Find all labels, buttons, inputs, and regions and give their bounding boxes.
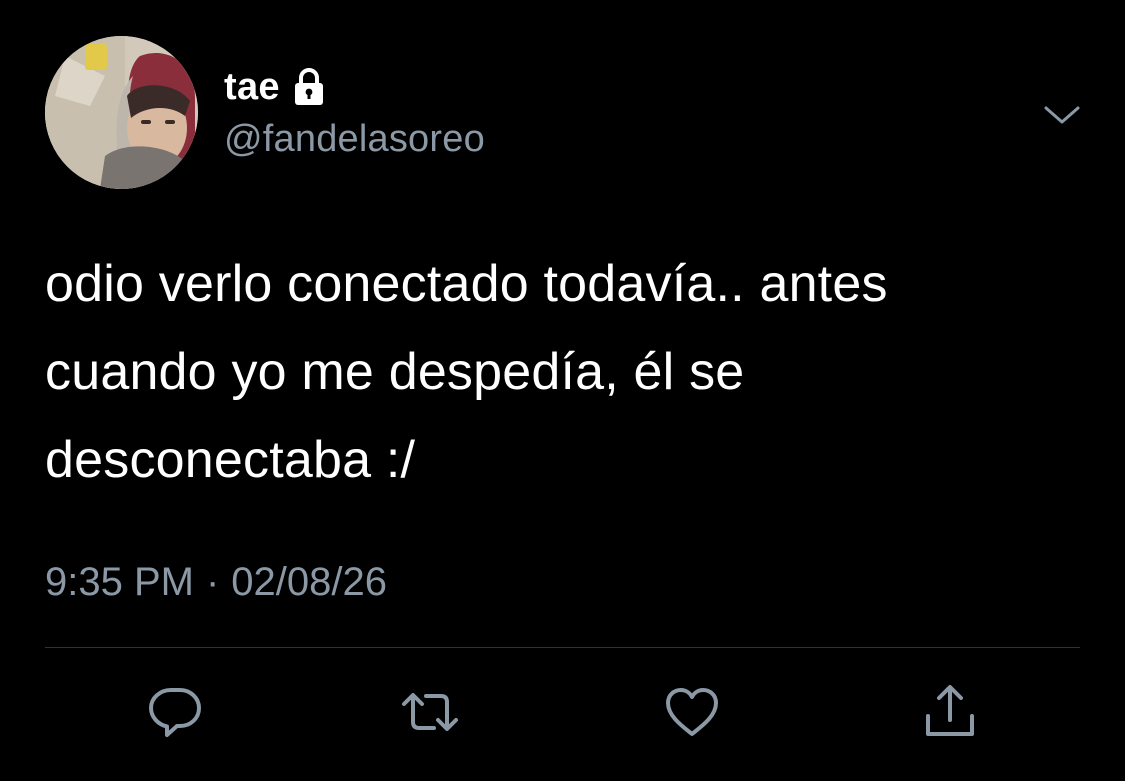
chevron-down-icon[interactable] bbox=[1042, 100, 1082, 130]
share-icon bbox=[926, 685, 974, 736]
retweet-icon bbox=[402, 693, 458, 731]
lock-icon bbox=[292, 67, 326, 107]
display-name[interactable]: tae bbox=[224, 66, 280, 109]
timestamp-separator: · bbox=[205, 560, 220, 604]
share-button[interactable] bbox=[920, 682, 980, 742]
tweet-time: 9:35 PM bbox=[45, 560, 194, 604]
retweet-button[interactable] bbox=[400, 682, 460, 742]
reply-button[interactable] bbox=[146, 682, 206, 742]
tweet: tae @fandelasoreo odio verlo conectado t… bbox=[0, 0, 1125, 781]
timestamp[interactable]: 9:35 PM · 02/08/26 bbox=[45, 560, 387, 605]
heart-icon bbox=[666, 688, 718, 736]
tweet-date: 02/08/26 bbox=[231, 560, 387, 604]
author-handle[interactable]: @fandelasoreo bbox=[224, 118, 485, 161]
author-name-row[interactable]: tae bbox=[224, 62, 326, 112]
avatar-photo bbox=[45, 36, 198, 189]
divider bbox=[45, 647, 1080, 648]
avatar[interactable] bbox=[45, 36, 198, 189]
like-button[interactable] bbox=[662, 682, 722, 742]
reply-icon bbox=[149, 688, 201, 737]
tweet-text: odio verlo conectado todavía.. antes cua… bbox=[45, 255, 888, 489]
